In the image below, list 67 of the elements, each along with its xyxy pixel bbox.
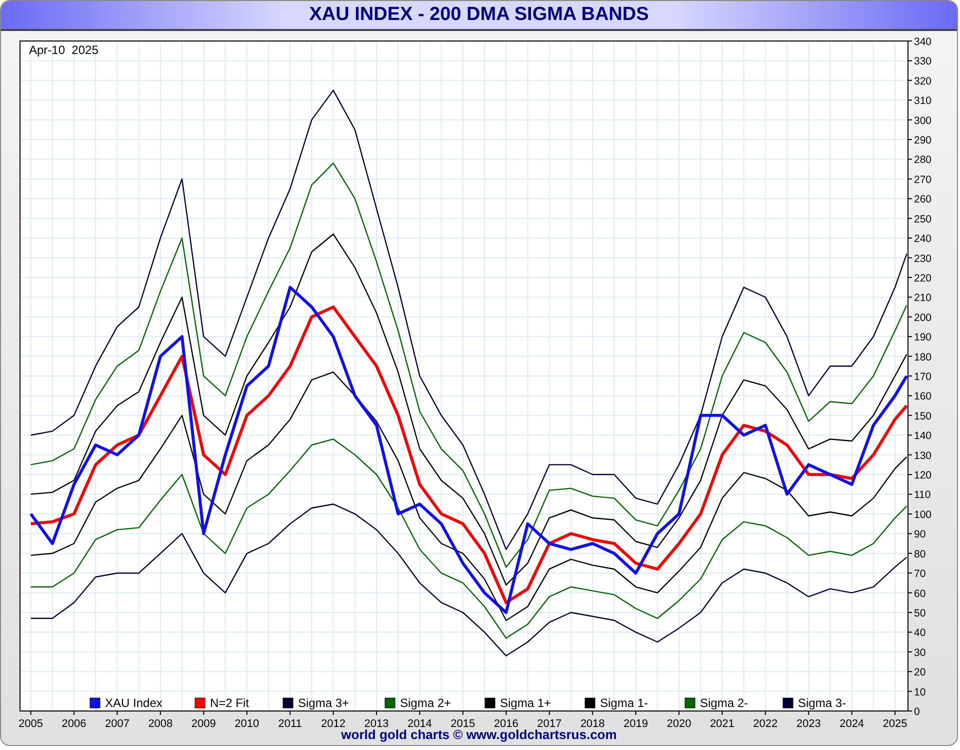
axis-label: 2008 [148, 718, 173, 729]
axis-label: 100 [914, 508, 932, 521]
axis-label: 80 [914, 548, 926, 560]
legend-label: Sigma 2- [700, 696, 748, 710]
axis-label: 2011 [278, 718, 302, 729]
axis-label: 340 [914, 36, 932, 48]
axis-label: 300 [914, 114, 932, 127]
axis-label: 2005 [18, 718, 44, 729]
axis-label: 2015 [450, 718, 476, 729]
axis-label: 90 [914, 528, 926, 541]
axis-label: 190 [914, 332, 932, 344]
axis-label: 2007 [104, 718, 130, 729]
axis-label: 160 [914, 390, 932, 403]
axis-label: 2017 [537, 718, 562, 729]
axis-label: 260 [914, 194, 932, 206]
axis-label: 2023 [796, 718, 821, 729]
axis-label: 2025 [882, 718, 908, 729]
axis-label: 210 [914, 292, 932, 304]
axis-label: 0 [914, 706, 920, 718]
axis-label: 2021 [710, 718, 734, 729]
axis-label: 2013 [364, 718, 389, 729]
axis-label: 280 [914, 154, 932, 166]
axis-label: 130 [914, 450, 932, 462]
axis-label: 60 [914, 588, 926, 600]
axis-label: 2012 [321, 718, 346, 729]
axis-label: 310 [914, 95, 932, 108]
legend-label: Sigma 3- [798, 696, 846, 710]
axis-label: 50 [914, 607, 926, 620]
axis-label: 120 [914, 470, 932, 482]
axis-label: 200 [914, 312, 932, 324]
axis-label: 230 [914, 252, 932, 265]
axis-label: 30 [914, 646, 926, 659]
legend-label: N=2 Fit [210, 696, 250, 710]
legend-label: Sigma 1- [600, 696, 648, 710]
axis-label: 270 [914, 174, 932, 186]
axis-label: 2024 [840, 718, 864, 729]
axis-label: 170 [914, 371, 932, 383]
axis-label: 220 [914, 272, 932, 284]
axis-label: 180 [914, 351, 932, 364]
legend-label: Sigma 1+ [500, 696, 552, 710]
axis-label: 2018 [580, 718, 605, 729]
footer-credit: world gold charts © www.goldchartsrus.com [341, 727, 617, 742]
axis-label: 140 [914, 430, 932, 442]
axis-label: 2009 [191, 718, 216, 729]
axis-label: 2014 [407, 718, 432, 729]
axis-label: 2022 [753, 718, 778, 729]
axis-label: 2019 [624, 718, 648, 729]
chart-title: XAU INDEX - 200 DMA SIGMA BANDS [309, 4, 649, 26]
axis-label: 320 [914, 75, 932, 88]
axis-label: 2016 [494, 718, 518, 729]
axis-label: 2020 [666, 718, 692, 729]
axis-label: 290 [914, 134, 932, 147]
axis-label: 150 [914, 410, 932, 422]
axis-label: 10 [914, 686, 926, 698]
axis-label: 40 [914, 627, 926, 640]
axis-label: 240 [914, 233, 932, 246]
axis-label: 2010 [234, 718, 260, 729]
legend-label: Sigma 3+ [298, 696, 350, 710]
axis-label: 330 [914, 56, 932, 68]
legend-label: XAU Index [105, 696, 162, 710]
axis-label: 110 [914, 489, 931, 502]
axis-label: 250 [914, 213, 932, 226]
date-label: Apr-10 2025 [29, 43, 98, 57]
axis-label: 20 [914, 666, 926, 679]
axis-label: 70 [914, 568, 926, 580]
legend-label: Sigma 2+ [400, 696, 452, 710]
axis-label: 2006 [62, 718, 86, 729]
